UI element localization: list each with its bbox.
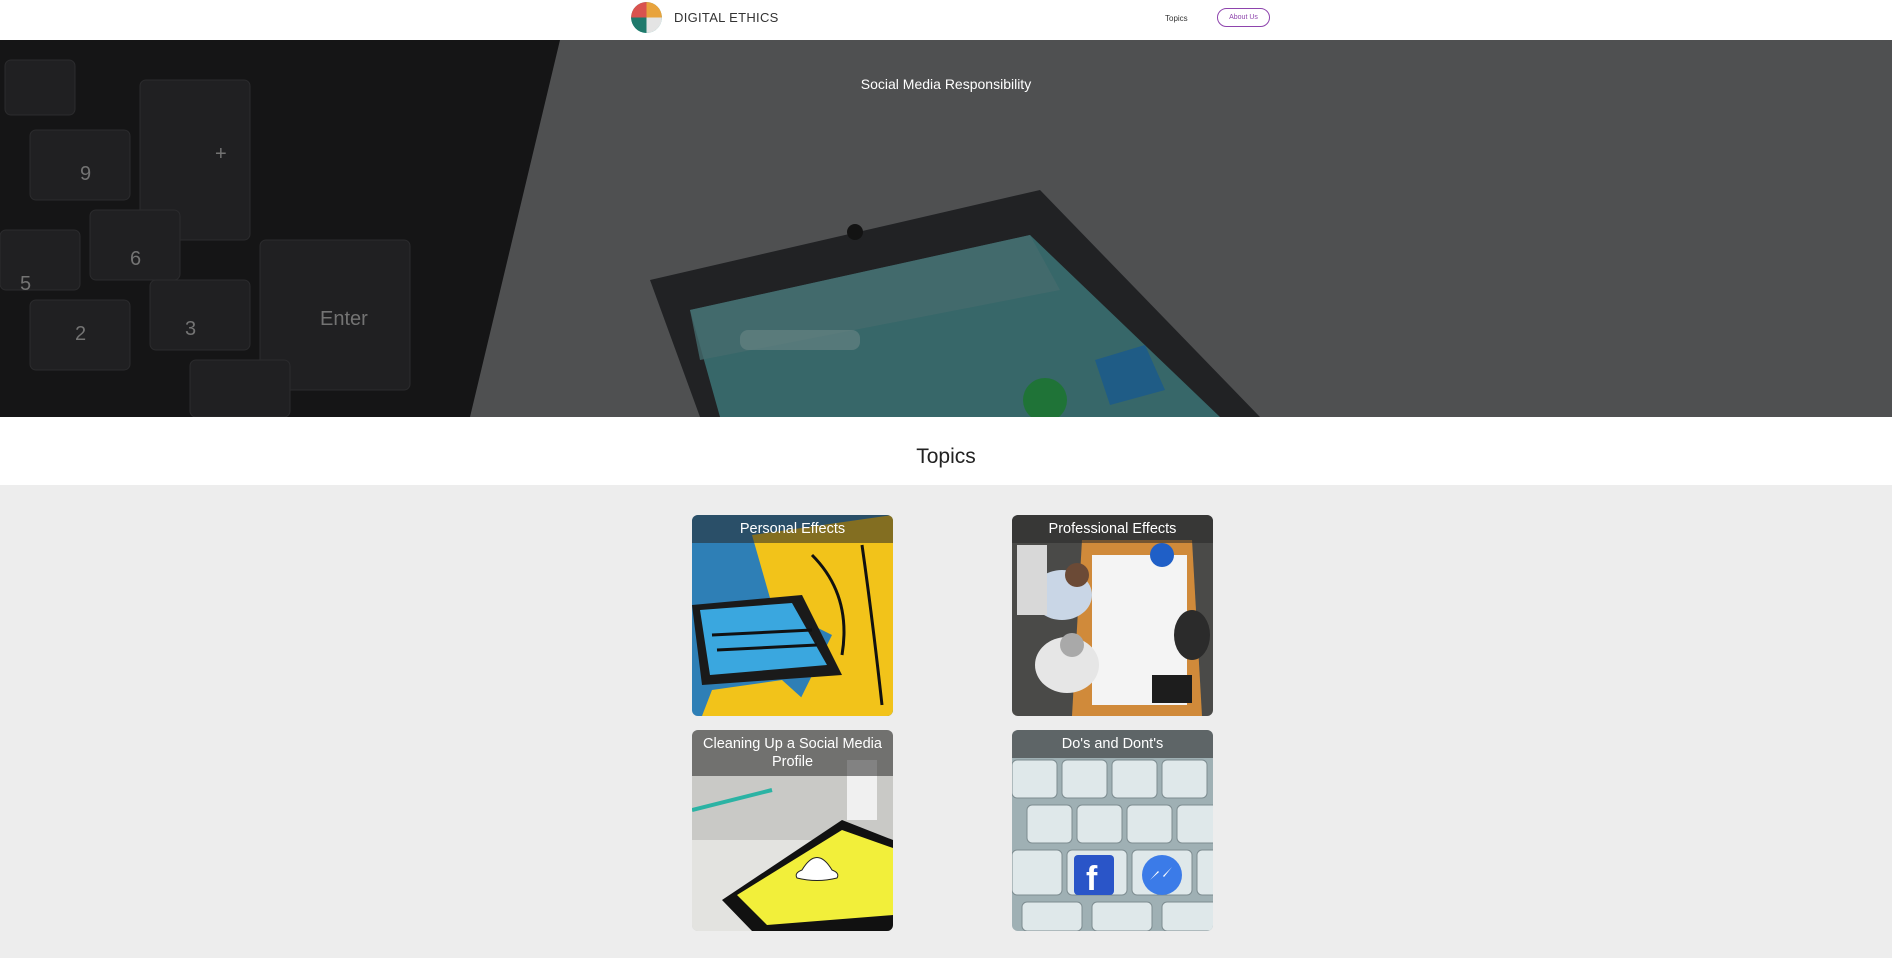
dos-and-donts-image: f: [1012, 730, 1213, 931]
topics-heading: Topics: [916, 445, 976, 468]
topic-card-cleaning-up-profile[interactable]: Cleaning Up a Social Media Profile: [692, 730, 893, 931]
svg-text:f: f: [1086, 860, 1098, 898]
hero-banner: 9 + 6 5 3 2 Enter Social Media Responsib…: [0, 40, 1892, 417]
nav-topics-link[interactable]: Topics: [1165, 14, 1188, 23]
professional-effects-image: [1012, 515, 1213, 716]
hero-image: 9 + 6 5 3 2 Enter: [0, 40, 1892, 417]
personal-effects-image: [692, 515, 893, 716]
topics-section-header: Topics: [0, 417, 1892, 485]
topic-card-dos-and-donts[interactable]: f Do's and Dont's: [1012, 730, 1213, 931]
topic-card-personal-effects[interactable]: Personal Effects: [692, 515, 893, 716]
card-label: Professional Effects: [1012, 515, 1213, 543]
hero-title: Social Media Responsibility: [860, 76, 1032, 92]
brand-name[interactable]: DIGITAL ETHICS: [674, 10, 779, 25]
card-label: Personal Effects: [692, 515, 893, 543]
card-label: Cleaning Up a Social Media Profile: [692, 730, 893, 776]
site-header: DIGITAL ETHICS Topics About Us: [0, 0, 1892, 41]
nav-about-us-button[interactable]: About Us: [1217, 8, 1270, 27]
topic-card-professional-effects[interactable]: Professional Effects: [1012, 515, 1213, 716]
card-label: Do's and Dont's: [1012, 730, 1213, 758]
logo-icon[interactable]: [631, 2, 662, 33]
